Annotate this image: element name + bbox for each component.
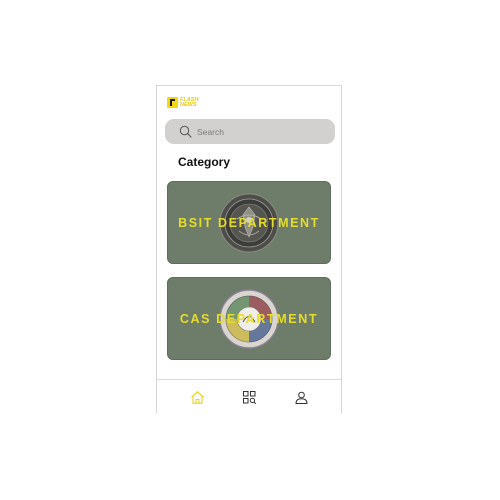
- search-icon[interactable]: [178, 125, 192, 139]
- search-bar[interactable]: [165, 119, 335, 144]
- search-input[interactable]: [197, 126, 317, 137]
- category-heading: Category: [178, 155, 231, 169]
- home-icon: [190, 390, 204, 404]
- card-label-cas: CAS DEPARTMENT: [179, 311, 319, 326]
- category-card-cas[interactable]: CAS DEPARTMENT: [167, 277, 331, 360]
- category-search-icon: [242, 390, 256, 404]
- profile-icon: [295, 391, 307, 404]
- nav-profile[interactable]: [293, 389, 309, 405]
- card-label-bsit: BSIT DEPARTMENT: [178, 215, 320, 230]
- app-logo[interactable]: FLASH NEWS: [167, 97, 198, 108]
- phone-screen: FLASH NEWS Category BSIT DEPARTMENT: [156, 85, 342, 413]
- nav-home[interactable]: [189, 389, 205, 405]
- flash-logo-icon: [167, 97, 178, 108]
- bottom-navigation: [157, 379, 341, 414]
- category-card-bsit[interactable]: BSIT DEPARTMENT: [167, 181, 331, 264]
- logo-text: FLASH NEWS: [180, 97, 198, 108]
- logo-line-2: NEWS: [180, 101, 197, 108]
- nav-categories[interactable]: [241, 389, 257, 405]
